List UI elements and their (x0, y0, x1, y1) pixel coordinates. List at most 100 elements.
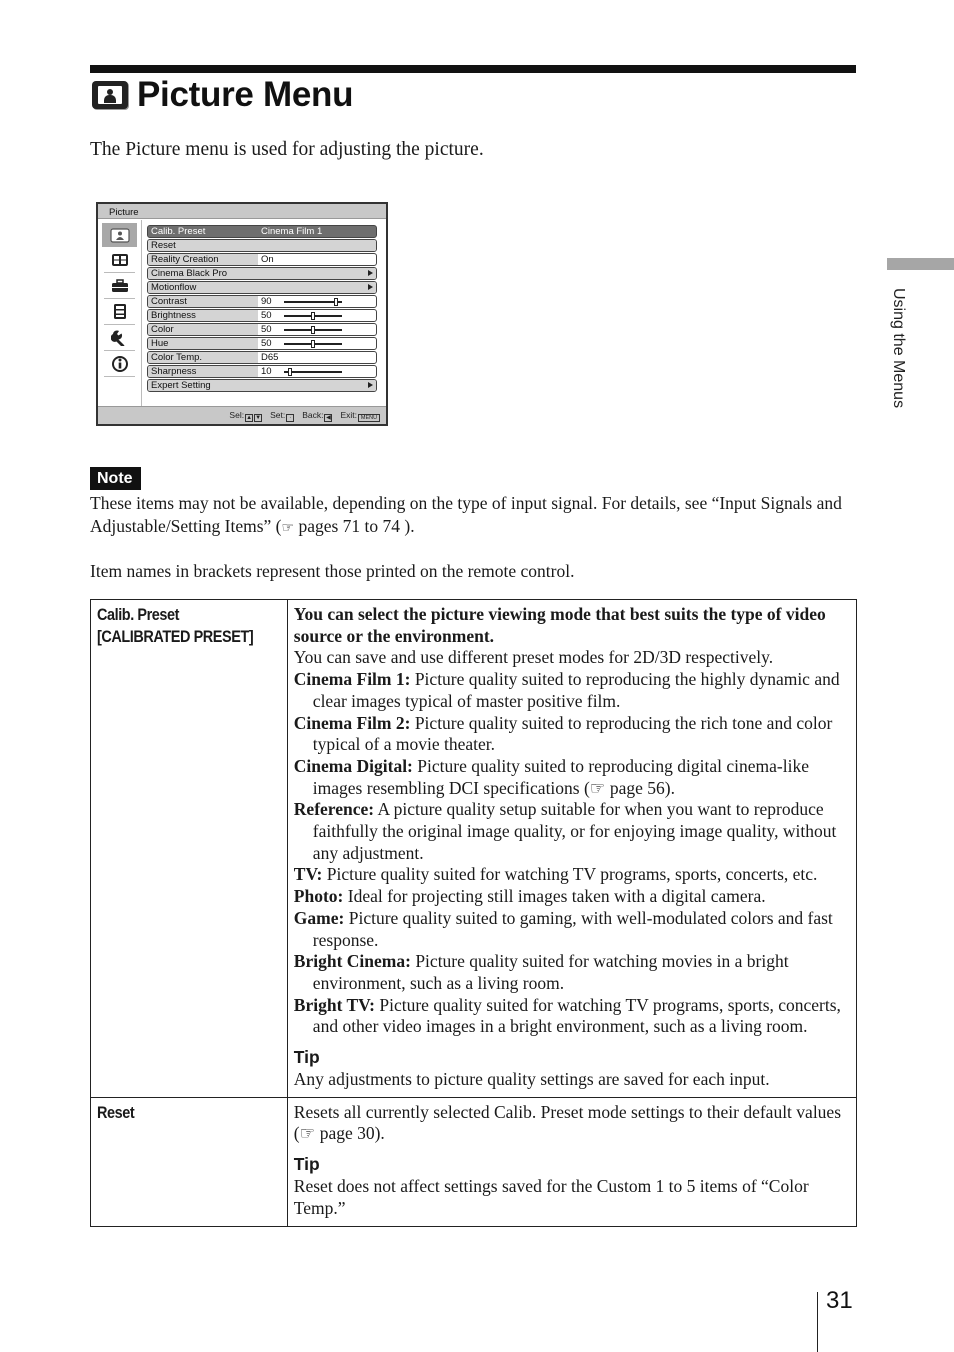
reset-tip-text: Reset does not affect settings saved for… (293, 1176, 809, 1218)
osd-footer: Sel: ▲ ▼ Set: · Back: ◀ Exit: MENU (98, 406, 386, 424)
calib-mode-list: Cinema Film 1: Picture quality suited to… (294, 669, 850, 1038)
side-tab-label: Using the Menus (890, 288, 907, 409)
term-calib-preset: Calib. Preset [CALIBRATED PRESET] (90, 599, 288, 1098)
calib-mode-name: Game: (293, 907, 345, 928)
calib-tip-text: Any adjustments to picture quality setti… (293, 1069, 770, 1090)
osd-row-value: 90 (261, 296, 272, 307)
calib-mode-item: Cinema Film 1: Picture quality suited to… (294, 669, 850, 712)
osd-slider-thumb (334, 298, 339, 306)
osd-slider-thumb (311, 312, 315, 320)
calib-mode-item: Cinema Film 2: Picture quality suited to… (294, 713, 850, 756)
osd-footer-back: Back: ◀ (302, 410, 333, 422)
side-tab-bar (887, 258, 954, 270)
intro-text: The Picture menu is used for adjusting t… (90, 139, 484, 160)
osd-row-value: 10 (261, 366, 272, 377)
osd-slider (284, 296, 342, 307)
function-icon (104, 273, 135, 299)
desc-calib-preset: You can select the picture viewing mode … (286, 599, 858, 1098)
calib-lead: You can select the picture viewing mode … (293, 604, 826, 646)
osd-row-reality-creation: Reality Creation On (147, 253, 377, 266)
osd-row-expert-setting: Expert Setting (147, 379, 377, 392)
osd-row-motionflow: Motionflow (147, 281, 377, 294)
osd-slider-thumb (311, 340, 315, 348)
osd-row-value: 50 (261, 324, 272, 335)
osd-row-color-temp: Color Temp. D65 (147, 351, 377, 364)
setup-icon (104, 325, 135, 351)
submenu-arrow-icon (368, 382, 373, 388)
calib-mode-name: Photo: (293, 886, 344, 907)
calib-mode-item: Cinema Digital: Picture quality suited t… (294, 756, 850, 799)
osd-sidebar (98, 220, 142, 408)
osd-row-label: Cinema Black Pro (148, 268, 376, 279)
table-row-reset: Reset Resets all currently selected Cali… (90, 1096, 858, 1227)
osd-row-label: Calib. Preset (148, 226, 258, 237)
osd-row-contrast: Contrast 90 (147, 295, 377, 308)
calib-mode-item: Photo: Ideal for projecting still images… (294, 886, 850, 908)
table-row-calib-preset: Calib. Preset [CALIBRATED PRESET] You ca… (90, 599, 858, 1098)
enter-key-icon: · (286, 414, 295, 422)
osd-footer-set: Set: · (270, 407, 295, 424)
calib-mode-name: Cinema Film 1: (293, 669, 411, 690)
osd-footer-exit: Exit: MENU (340, 407, 380, 424)
osd-row-value: 50 (261, 310, 272, 321)
calib-mode-name: Reference: (293, 799, 375, 820)
calib-mode-item: Bright TV: Picture quality suited for wa… (294, 995, 850, 1038)
osd-slider (284, 310, 342, 321)
osd-row-calib-preset: Calib. Preset Cinema Film 1 (147, 225, 377, 238)
page-number-rule (817, 1292, 818, 1352)
top-rule (90, 65, 856, 73)
osd-row-label: Reset (148, 240, 376, 251)
osd-row-label: Color (148, 324, 258, 335)
screen-icon (104, 247, 135, 273)
osd-row-label: Hue (148, 338, 258, 349)
calib-mode-description: Picture quality suited for watching TV p… (322, 864, 818, 885)
calib-mode-name: TV: (293, 864, 323, 885)
osd-row-brightness: Brightness 50 (147, 309, 377, 322)
osd-menu-screenshot: Picture Calib. Preset Cinema Film 1 Reset R… (96, 202, 388, 426)
osd-row-label: Expert Setting (148, 380, 376, 391)
submenu-arrow-icon (368, 284, 373, 290)
osd-row-label: Brightness (148, 310, 258, 321)
osd-row-cinema-black-pro: Cinema Black Pro (147, 267, 377, 280)
osd-slider (284, 338, 342, 349)
calib-mode-name: Bright Cinema: (293, 951, 411, 972)
osd-row-sharpness: Sharpness 10 (147, 365, 377, 378)
osd-row-color: Color 50 (147, 323, 377, 336)
osd-row-label: Sharpness (148, 366, 258, 377)
submenu-arrow-icon (368, 270, 373, 276)
calib-mode-description: Picture quality suited for watching TV p… (312, 994, 841, 1037)
reset-text: Resets all currently selected Calib. Pre… (293, 1101, 842, 1144)
desc-reset: Resets all currently selected Calib. Pre… (286, 1096, 858, 1227)
up-key-icon: ▲ (245, 414, 254, 422)
calib-mode-name: Bright TV: (293, 994, 375, 1015)
osd-row-value: D65 (261, 352, 279, 363)
osd-row-value: 50 (261, 338, 272, 349)
osd-row-label: Contrast (148, 296, 258, 307)
page-title-text: Picture Menu (137, 75, 354, 114)
calib-mode-description: A picture quality setup suitable for whe… (312, 799, 837, 863)
reset-tip-heading: Tip (293, 1154, 320, 1175)
picture-icon (102, 223, 137, 247)
calib-mode-item: TV: Picture quality suited for watching … (294, 864, 850, 886)
note-text: These items may not be available, depend… (90, 493, 842, 536)
operation-icon (104, 299, 135, 325)
osd-row-label: Color Temp. (148, 352, 258, 363)
osd-row-label: Motionflow (148, 282, 376, 293)
osd-menu-rows: Calib. Preset Cinema Film 1 Reset Reality C… (147, 225, 377, 393)
down-key-icon: ▼ (254, 414, 263, 422)
calib-tip-heading: Tip (293, 1047, 320, 1068)
osd-row-label: Reality Creation (148, 254, 258, 265)
osd-slider (284, 366, 342, 377)
osd-slider-thumb (287, 368, 292, 376)
menu-key-icon: MENU (358, 414, 380, 422)
settings-table: Calib. Preset [CALIBRATED PRESET] You ca… (90, 599, 858, 1227)
calib-mode-item: Reference: A picture quality setup suita… (294, 799, 850, 864)
osd-footer-sel: Sel: ▲ ▼ (229, 410, 263, 422)
osd-row-hue: Hue 50 (147, 337, 377, 350)
page-number: 31 (826, 1287, 853, 1314)
note-badge: Note (90, 467, 141, 490)
page-reference-icon: ☞ (281, 520, 295, 536)
osd-header: Picture (98, 204, 386, 219)
osd-slider (284, 324, 342, 335)
term-reset: Reset (90, 1096, 288, 1227)
